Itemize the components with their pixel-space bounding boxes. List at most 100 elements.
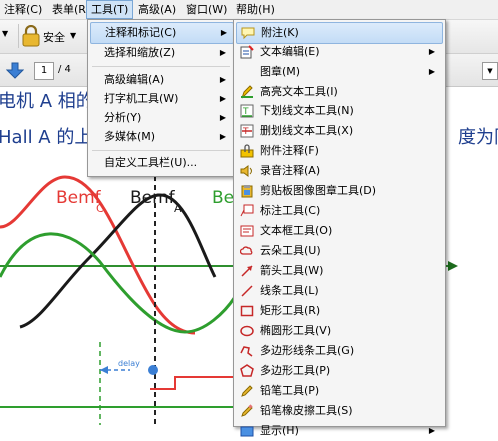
- menu-item-polygon[interactable]: 多边形工具(P): [236, 361, 441, 381]
- menu-tools[interactable]: 工具(T): [86, 0, 134, 19]
- delay-dot: [148, 365, 158, 375]
- security-label: 安全: [43, 31, 65, 44]
- menu-separator: [92, 66, 230, 67]
- menu-item-sound[interactable]: 录音注释(A): [236, 161, 441, 181]
- menu-item-note[interactable]: 附注(K): [236, 22, 443, 44]
- underline-icon: T: [240, 104, 254, 118]
- lock-icon: [22, 25, 40, 47]
- menu-item-label: 文本编辑(E): [260, 45, 320, 58]
- menu-help[interactable]: 帮助(H): [232, 0, 279, 19]
- chevron-down-icon: ▼: [70, 31, 77, 40]
- menu-item-rectangle[interactable]: 矩形工具(R): [236, 301, 441, 321]
- audio-icon: [240, 165, 252, 177]
- chevron-down-icon: ▼: [487, 67, 493, 75]
- polygon-icon: [240, 364, 254, 377]
- menu-item-label: 铅笔橡皮擦工具(S): [260, 404, 353, 417]
- menu-item-select-zoom[interactable]: 选择和缩放(Z) ▶: [90, 43, 232, 63]
- menu-item-polygon-line[interactable]: 多边形线条工具(G): [236, 341, 441, 361]
- menu-item-highlight[interactable]: 高亮文本工具(I): [236, 82, 441, 102]
- menu-item-annotate-markup[interactable]: 注释和标记(C) ▶: [90, 22, 234, 44]
- svg-text:T: T: [242, 127, 249, 137]
- menu-item-pencil-eraser[interactable]: 铅笔橡皮擦工具(S): [236, 401, 441, 421]
- next-page-icon[interactable]: [6, 61, 24, 79]
- attachment-icon: [240, 144, 254, 158]
- toolbar-divider: [18, 24, 19, 48]
- security-button[interactable]: 安全 ▼: [22, 25, 80, 47]
- menu-item-label: 自定义工具栏(U)...: [104, 156, 198, 169]
- menu-item-label: 多边形线条工具(G): [260, 344, 355, 357]
- menu-item-label: 多媒体(M): [104, 130, 156, 143]
- menu-item-show[interactable]: 显示(H) ▶: [236, 421, 441, 441]
- tools-menu: 注释和标记(C) ▶ 选择和缩放(Z) ▶ 高级编辑(A) ▶ 打字机工具(W)…: [87, 19, 237, 177]
- polyline-icon: [240, 346, 253, 357]
- submenu-arrow-icon: ▶: [428, 47, 435, 56]
- strikethrough-icon: T: [240, 124, 254, 138]
- menu-item-stamps[interactable]: 图章(M) ▶: [236, 62, 441, 82]
- menu-advanced[interactable]: 高级(A): [134, 0, 180, 19]
- cloud-icon: [240, 246, 253, 255]
- menu-item-advanced-editing[interactable]: 高级编辑(A) ▶: [90, 70, 232, 90]
- menu-item-label: 附注(K): [261, 26, 299, 39]
- highlight-icon: [241, 85, 253, 99]
- submenu-arrow-icon: ▶: [428, 426, 435, 435]
- menu-item-pencil[interactable]: 铅笔工具(P): [236, 381, 441, 401]
- label-bemf-c: Bemf: [56, 188, 102, 208]
- menu-item-label: 高级编辑(A): [104, 73, 165, 86]
- label-bemf-b: Be: [212, 188, 234, 208]
- menu-item-label: 多边形工具(P): [260, 364, 331, 377]
- menu-window[interactable]: 窗口(W): [182, 0, 231, 19]
- menu-item-cloud[interactable]: 云朵工具(U): [236, 241, 441, 261]
- menu-item-strikethrough[interactable]: T 删划线文本工具(X): [236, 121, 441, 141]
- text-edit-icon: [240, 45, 254, 59]
- submenu-arrow-icon: ▶: [219, 113, 226, 122]
- page-number-input[interactable]: 1: [34, 62, 54, 80]
- menu-item-customize-toolbars[interactable]: 自定义工具栏(U)...: [90, 153, 232, 173]
- dropdown-arrow-icon[interactable]: ▼: [2, 29, 8, 38]
- menu-item-label: 选择和缩放(Z): [104, 46, 176, 59]
- zoom-dropdown[interactable]: ▼: [482, 62, 498, 80]
- line-icon: [241, 285, 253, 297]
- menu-item-label: 录音注释(A): [260, 164, 321, 177]
- menu-item-line[interactable]: 线条工具(L): [236, 281, 441, 301]
- arrow-icon: [241, 265, 253, 277]
- axis-arrow-icon: [448, 261, 458, 271]
- note-icon: [241, 27, 255, 40]
- menu-item-multimedia[interactable]: 多媒体(M) ▶: [90, 127, 232, 147]
- ellipse-icon: [240, 325, 254, 337]
- label-bemf-a: Bemf: [130, 188, 176, 208]
- menu-item-label: 注释和标记(C): [105, 26, 177, 39]
- menu-item-label: 云朵工具(U): [260, 244, 321, 257]
- submenu-arrow-icon: ▶: [219, 48, 226, 57]
- annotation-submenu: 附注(K) 文本编辑(E) ▶ 图章(M) ▶ 高亮文本工具(I) T 下划线文…: [233, 19, 446, 437]
- menu-item-typewriter[interactable]: 打字机工具(W) ▶: [90, 89, 232, 109]
- menu-item-label: 下划线文本工具(N): [260, 104, 354, 117]
- menu-item-analysis[interactable]: 分析(Y) ▶: [90, 108, 232, 128]
- menu-item-label: 铅笔工具(P): [260, 384, 320, 397]
- menu-item-clipboard-image-stamp[interactable]: 剪贴板图像图章工具(D): [236, 181, 441, 201]
- menu-item-text-edits[interactable]: 文本编辑(E) ▶: [236, 42, 441, 62]
- menu-item-label: 删划线文本工具(X): [260, 124, 354, 137]
- delay-label: delay: [118, 359, 140, 368]
- menu-bar: 注释(C) 表单(R) 工具(T) 高级(A) 窗口(W) 帮助(H): [0, 0, 498, 20]
- menu-item-label: 附件注释(F): [260, 144, 319, 157]
- menu-item-arrow[interactable]: 箭头工具(W): [236, 261, 441, 281]
- menu-item-label: 文本框工具(O): [260, 224, 333, 237]
- menu-item-label: 线条工具(L): [260, 284, 319, 297]
- menu-comment[interactable]: 注释(C): [0, 0, 46, 19]
- menu-separator: [92, 150, 230, 151]
- page-total: / 4: [58, 64, 71, 75]
- menu-item-callout[interactable]: 标注工具(C): [236, 201, 441, 221]
- submenu-arrow-icon: ▶: [428, 67, 435, 76]
- menu-item-attachment[interactable]: 附件注释(F): [236, 141, 441, 161]
- menu-item-underline[interactable]: T 下划线文本工具(N): [236, 101, 441, 121]
- menu-item-label: 打字机工具(W): [104, 92, 179, 105]
- label-bemf-a-sub: A: [174, 202, 182, 215]
- rectangle-icon: [240, 305, 254, 317]
- delay-arrowhead-icon: [100, 366, 108, 374]
- menu-item-oval[interactable]: 椭圆形工具(V): [236, 321, 441, 341]
- hall-c-signal: [150, 376, 240, 390]
- label-bemf-c-sub: C: [96, 202, 104, 215]
- menu-item-text-box[interactable]: 文本框工具(O): [236, 221, 441, 241]
- menu-item-label: 箭头工具(W): [260, 264, 324, 277]
- menu-item-label: 矩形工具(R): [260, 304, 321, 317]
